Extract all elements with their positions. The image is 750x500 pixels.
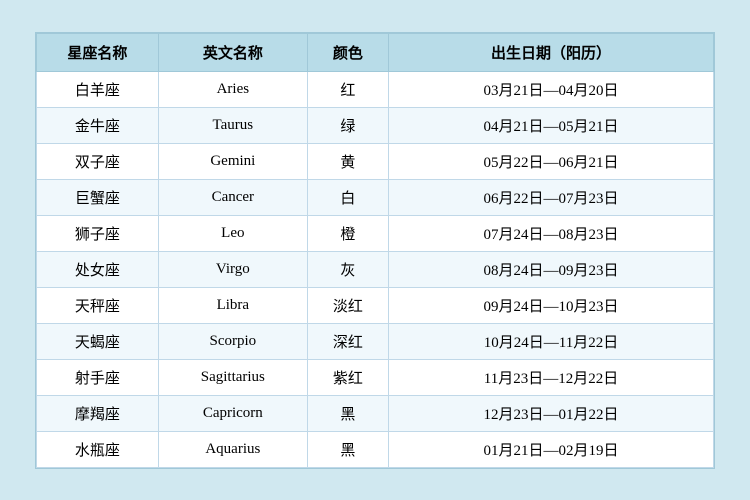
table-row: 射手座Sagittarius紫红11月23日—12月22日 (37, 359, 714, 395)
cell-color: 深红 (307, 323, 388, 359)
cell-date: 01月21日—02月19日 (389, 431, 714, 467)
header-date: 出生日期（阳历） (389, 33, 714, 71)
cell-english: Cancer (158, 179, 307, 215)
cell-date: 03月21日—04月20日 (389, 71, 714, 107)
cell-english: Capricorn (158, 395, 307, 431)
cell-english: Aquarius (158, 431, 307, 467)
cell-date: 04月21日—05月21日 (389, 107, 714, 143)
cell-date: 07月24日—08月23日 (389, 215, 714, 251)
cell-chinese: 白羊座 (37, 71, 159, 107)
cell-english: Sagittarius (158, 359, 307, 395)
cell-color: 黑 (307, 395, 388, 431)
table-row: 巨蟹座Cancer白06月22日—07月23日 (37, 179, 714, 215)
table-row: 天蝎座Scorpio深红10月24日—11月22日 (37, 323, 714, 359)
cell-english: Aries (158, 71, 307, 107)
cell-chinese: 处女座 (37, 251, 159, 287)
cell-chinese: 金牛座 (37, 107, 159, 143)
cell-date: 10月24日—11月22日 (389, 323, 714, 359)
cell-chinese: 摩羯座 (37, 395, 159, 431)
zodiac-table: 星座名称 英文名称 颜色 出生日期（阳历） 白羊座Aries红03月21日—04… (36, 33, 714, 468)
cell-english: Scorpio (158, 323, 307, 359)
table-row: 金牛座Taurus绿04月21日—05月21日 (37, 107, 714, 143)
table-row: 天秤座Libra淡红09月24日—10月23日 (37, 287, 714, 323)
header-chinese: 星座名称 (37, 33, 159, 71)
zodiac-table-container: 星座名称 英文名称 颜色 出生日期（阳历） 白羊座Aries红03月21日—04… (35, 32, 715, 469)
cell-chinese: 水瓶座 (37, 431, 159, 467)
cell-english: Taurus (158, 107, 307, 143)
table-header-row: 星座名称 英文名称 颜色 出生日期（阳历） (37, 33, 714, 71)
header-color: 颜色 (307, 33, 388, 71)
cell-date: 11月23日—12月22日 (389, 359, 714, 395)
cell-color: 黄 (307, 143, 388, 179)
cell-color: 绿 (307, 107, 388, 143)
table-row: 处女座Virgo灰08月24日—09月23日 (37, 251, 714, 287)
cell-date: 05月22日—06月21日 (389, 143, 714, 179)
cell-chinese: 天蝎座 (37, 323, 159, 359)
cell-color: 淡红 (307, 287, 388, 323)
cell-english: Libra (158, 287, 307, 323)
table-row: 双子座Gemini黄05月22日—06月21日 (37, 143, 714, 179)
cell-color: 灰 (307, 251, 388, 287)
table-row: 白羊座Aries红03月21日—04月20日 (37, 71, 714, 107)
cell-date: 12月23日—01月22日 (389, 395, 714, 431)
cell-date: 08月24日—09月23日 (389, 251, 714, 287)
cell-chinese: 巨蟹座 (37, 179, 159, 215)
cell-chinese: 狮子座 (37, 215, 159, 251)
cell-date: 09月24日—10月23日 (389, 287, 714, 323)
cell-english: Leo (158, 215, 307, 251)
cell-chinese: 双子座 (37, 143, 159, 179)
cell-color: 紫红 (307, 359, 388, 395)
cell-chinese: 天秤座 (37, 287, 159, 323)
cell-english: Gemini (158, 143, 307, 179)
cell-color: 白 (307, 179, 388, 215)
cell-date: 06月22日—07月23日 (389, 179, 714, 215)
cell-chinese: 射手座 (37, 359, 159, 395)
table-body: 白羊座Aries红03月21日—04月20日金牛座Taurus绿04月21日—0… (37, 71, 714, 467)
table-row: 水瓶座Aquarius黑01月21日—02月19日 (37, 431, 714, 467)
cell-color: 红 (307, 71, 388, 107)
cell-color: 橙 (307, 215, 388, 251)
table-row: 摩羯座Capricorn黑12月23日—01月22日 (37, 395, 714, 431)
table-row: 狮子座Leo橙07月24日—08月23日 (37, 215, 714, 251)
cell-english: Virgo (158, 251, 307, 287)
cell-color: 黑 (307, 431, 388, 467)
header-english: 英文名称 (158, 33, 307, 71)
